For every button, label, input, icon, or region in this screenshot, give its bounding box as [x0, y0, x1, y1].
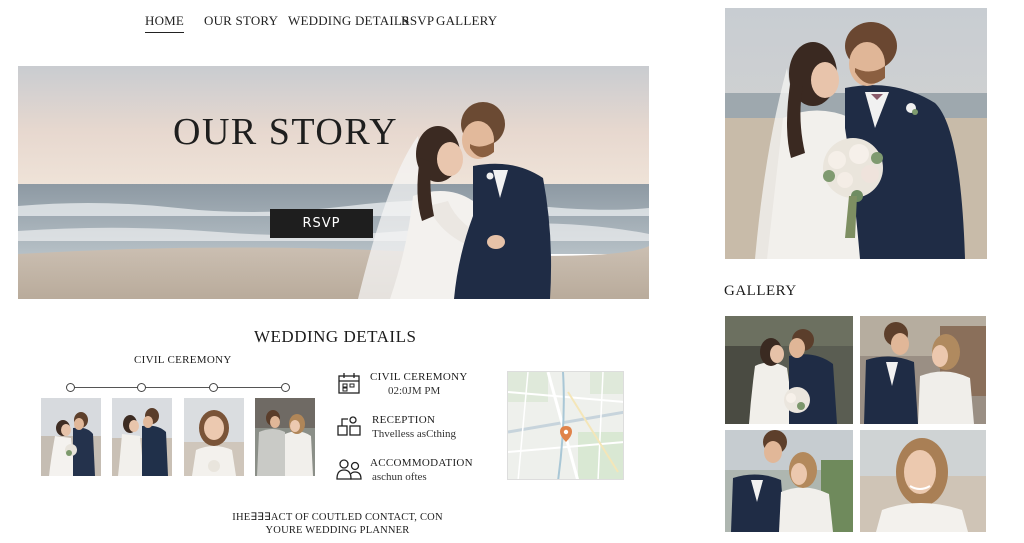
timeline-photo-4[interactable] — [255, 398, 315, 476]
hero-photo — [18, 66, 649, 299]
calendar-icon — [338, 373, 360, 394]
nav-our-story[interactable]: OUR STORY — [204, 13, 278, 29]
gallery-photo-3[interactable] — [725, 430, 853, 532]
timeline-photo-1[interactable] — [41, 398, 101, 476]
gallery-photo-1[interactable] — [725, 316, 853, 424]
venue-map[interactable] — [507, 371, 624, 480]
gallery-photo-4[interactable] — [860, 430, 986, 532]
nav-wedding-details[interactable]: WEDDING DETAILS — [288, 13, 409, 29]
contact-line-1: IHE∃∃∃ACT OF COUTLED CONTACT, CON — [232, 512, 443, 523]
timeline — [66, 382, 292, 394]
gallery-photo-2[interactable] — [860, 316, 986, 424]
detail-title: ACCOMMODATION — [370, 457, 473, 469]
detail-subtitle: 02:0ЈM PM — [388, 385, 441, 397]
hero-banner: OUR STORY RSVP — [18, 66, 649, 299]
rsvp-button[interactable]: RSVP — [270, 209, 373, 238]
gallery-title: GALLERY — [724, 283, 797, 299]
nav-gallery[interactable]: GALLERY — [436, 13, 497, 29]
map-pin-icon — [560, 426, 572, 442]
couple-feature-photo — [725, 8, 987, 259]
nav-rsvp[interactable]: RSVP — [401, 13, 434, 29]
people-icon — [336, 459, 362, 480]
hero-title: OUR STORY — [173, 111, 399, 153]
timeline-photo-2[interactable] — [112, 398, 172, 476]
nav-home[interactable]: HOME — [145, 13, 185, 33]
wedding-details-title: WEDDING DETAILS — [254, 327, 417, 346]
detail-subtitle: aschun oftes — [372, 471, 427, 483]
contact-text: IHE∃∃∃ACT OF COUTLED CONTACT, CON YOURE … — [230, 511, 445, 537]
timeline-dot[interactable] — [66, 383, 75, 392]
timeline-label: CIVIL CEREMONY — [134, 354, 232, 366]
timeline-dot[interactable] — [137, 383, 146, 392]
main-nav: HOME OUR STORY WEDDING DETAILS RSVP GALL… — [0, 13, 700, 33]
timeline-dot[interactable] — [209, 383, 218, 392]
timeline-line — [70, 387, 288, 388]
detail-title: CIVIL CEREMONY — [370, 371, 468, 383]
detail-title: RECEPTION — [372, 414, 436, 426]
contact-line-2: YOURE WEDDING PLANNER — [265, 525, 410, 536]
timeline-photo-3[interactable] — [184, 398, 244, 476]
party-icon — [337, 416, 361, 436]
detail-subtitle: Thvelless asCthing — [372, 428, 457, 440]
timeline-dot[interactable] — [281, 383, 290, 392]
